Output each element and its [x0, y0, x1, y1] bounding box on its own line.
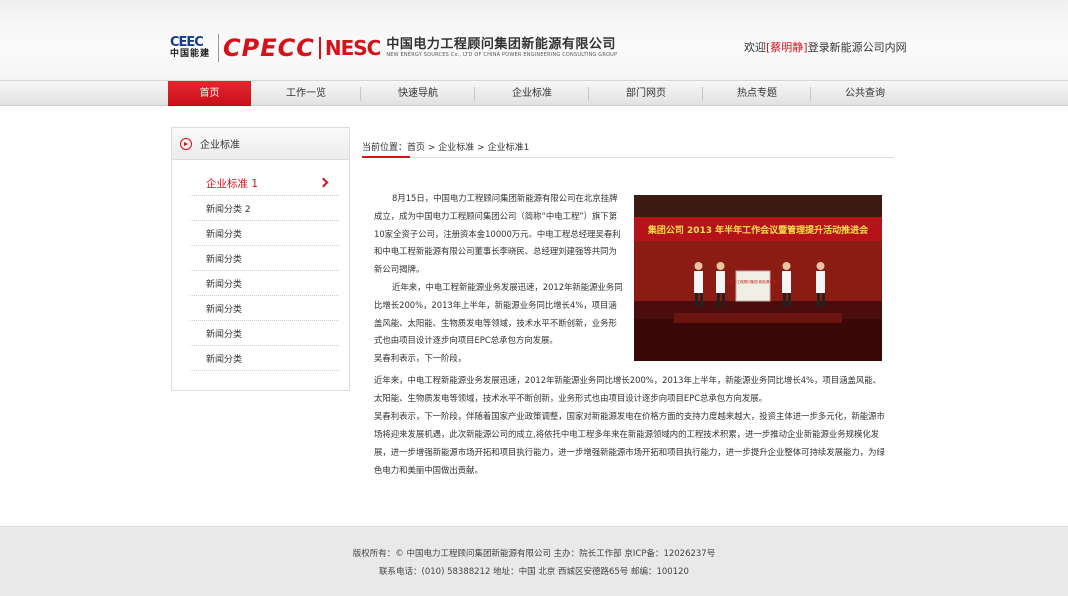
- sidebar-header: 企业标准: [172, 128, 349, 160]
- sidebar-item-label: 新闻分类: [206, 329, 243, 340]
- footer-copyright: 版权所有：© 中国电力工程顾问集团新能源有限公司 主办：院长工作部 京ICP备：…: [352, 549, 716, 559]
- nav-item-standards[interactable]: 企业标准: [475, 81, 589, 106]
- breadcrumb-home[interactable]: 首页: [407, 143, 425, 153]
- nav-item-label: 热点专题: [737, 88, 777, 99]
- username-link[interactable]: [蔡明静]: [766, 41, 808, 54]
- photo-banner-text: 集团公司 2013 年半年工作会议暨管理提升活动推进会: [647, 224, 869, 236]
- sidebar-item-news[interactable]: 新闻分类: [190, 221, 339, 246]
- nav-item-topics[interactable]: 热点专题: [703, 81, 811, 106]
- nav-item-query[interactable]: 公共查询: [811, 81, 919, 106]
- nav-item-label: 工作一览: [286, 88, 326, 99]
- sidebar-item-label: 新闻分类: [206, 254, 243, 265]
- nav-item-label: 部门网页: [626, 88, 666, 99]
- breadcrumb: 当前位置：首页 > 企业标准 > 企业标准1: [362, 140, 894, 158]
- breadcrumb-underline: [362, 156, 410, 158]
- article-paragraph: 吴春利表示，下一阶段，伴随着国家产业政策调整，国家对新能源发电在价格方面的支持力…: [374, 411, 885, 475]
- main-nav: 首页 工作一览 快速导航 企业标准 部门网页 热点专题 公共查询: [0, 80, 1068, 106]
- welcome-prefix: 欢迎: [744, 41, 766, 54]
- sidebar-item-label: 企业标准 1: [206, 177, 259, 190]
- nav-item-home[interactable]: 首页: [168, 81, 251, 106]
- sidebar: 企业标准 企业标准 1 新闻分类 2 新闻分类 新闻分类 新闻分类 新闻分类 新…: [171, 127, 350, 391]
- article-full-text: 近年来，中电工程新能源业务发展迅速，2012年新能源业务同比增长200%，201…: [374, 371, 886, 479]
- welcome-message: 欢迎[蔡明静]登录新能源公司内网: [744, 39, 907, 55]
- breadcrumb-standards[interactable]: 企业标准: [438, 143, 474, 153]
- cpecc-logo: CPECC: [223, 34, 315, 62]
- ceec-logo-cn: 中国能建: [170, 49, 211, 59]
- footer-contact: 联系电话：(010) 58388212 地址：中国 北京 西城区安德路65号 邮…: [379, 567, 689, 577]
- sidebar-item-news-2[interactable]: 新闻分类 2: [190, 196, 339, 221]
- arrow-circle-icon: [180, 137, 192, 150]
- news-photo: 集团公司 2013 年半年工作会议暨管理提升活动推进会 中国电力工程顾问集团 新…: [634, 195, 882, 361]
- page-header: CEEC 中国能建 CPECC NESC 中国电力工程顾问集团新能源有限公司 N…: [0, 0, 1068, 80]
- sidebar-title: 企业标准: [200, 140, 240, 151]
- chevron-right-icon: [318, 177, 329, 188]
- sidebar-item-news[interactable]: 新闻分类: [190, 296, 339, 321]
- sidebar-item-label: 新闻分类: [206, 229, 243, 240]
- company-name: 中国电力工程顾问集团新能源有限公司 NEW ENERGY SOURCES Co.…: [386, 37, 617, 59]
- nesc-logo: NESC: [324, 36, 381, 60]
- sidebar-item-news[interactable]: 新闻分类: [190, 271, 339, 296]
- sidebar-item-standard-1[interactable]: 企业标准 1: [190, 171, 339, 196]
- company-name-cn: 中国电力工程顾问集团新能源有限公司: [386, 37, 616, 52]
- ceec-logo: CEEC 中国能建: [170, 34, 214, 62]
- logo-divider: [218, 34, 219, 62]
- sidebar-item-news[interactable]: 新闻分类: [190, 346, 339, 371]
- page-footer: 版权所有：© 中国电力工程顾问集团新能源有限公司 主办：院长工作部 京ICP备：…: [0, 526, 1068, 596]
- nav-items: 首页 工作一览 快速导航 企业标准 部门网页 热点专题 公共查询: [168, 81, 919, 106]
- breadcrumb-sep: >: [425, 143, 439, 153]
- company-logo[interactable]: CEEC 中国能建 CPECC NESC 中国电力工程顾问集团新能源有限公司 N…: [170, 34, 617, 62]
- article-left-column: 8月15日，中国电力工程顾问集团新能源有限公司在北京挂牌成立，成为中国电力工程顾…: [374, 190, 624, 368]
- sidebar-list: 企业标准 1 新闻分类 2 新闻分类 新闻分类 新闻分类 新闻分类 新闻分类 新…: [190, 171, 339, 371]
- welcome-suffix: 登录新能源公司内网: [807, 41, 907, 54]
- sidebar-item-news[interactable]: 新闻分类: [190, 321, 339, 346]
- nav-item-label: 公共查询: [845, 88, 885, 99]
- article-paragraph: 近年来，中电工程新能源业务发展迅速，2012年新能源业务同比增长200%，201…: [374, 281, 623, 346]
- nav-item-work[interactable]: 工作一览: [251, 81, 361, 106]
- nav-item-label: 首页: [199, 88, 220, 99]
- nav-item-label: 快速导航: [398, 88, 438, 99]
- photo-board-text: 中国电力工程顾问集团 新能源有限公司: [723, 279, 784, 284]
- company-name-en: NEW ENERGY SOURCES Co., LTD OF CHINA POW…: [386, 52, 618, 58]
- nav-item-quicknav[interactable]: 快速导航: [361, 81, 475, 106]
- logo-divider-red: [318, 37, 321, 59]
- nav-item-departments[interactable]: 部门网页: [589, 81, 703, 106]
- breadcrumb-prefix: 当前位置：: [362, 143, 408, 153]
- ceec-logo-text: CEEC: [170, 35, 204, 50]
- sidebar-item-news[interactable]: 新闻分类: [190, 246, 339, 271]
- sidebar-item-label: 新闻分类: [206, 279, 243, 290]
- sidebar-item-label: 新闻分类: [206, 354, 243, 365]
- article-paragraph: 8月15日，中国电力工程顾问集团新能源有限公司在北京挂牌成立，成为中国电力工程顾…: [374, 193, 621, 275]
- article-paragraph: 吴春利表示，下一阶段，: [374, 353, 467, 364]
- sidebar-item-label: 新闻分类 2: [206, 204, 251, 215]
- article-paragraph: 近年来，中电工程新能源业务发展迅速，2012年新能源业务同比增长200%，201…: [374, 375, 881, 403]
- breadcrumb-sep: >: [474, 143, 488, 153]
- nav-item-label: 企业标准: [512, 88, 552, 99]
- meeting-photo-graphic: 集团公司 2013 年半年工作会议暨管理提升活动推进会 中国电力工程顾问集团 新…: [634, 195, 882, 361]
- breadcrumb-current[interactable]: 企业标准1: [488, 143, 530, 153]
- sidebar-item-label: 新闻分类: [206, 304, 243, 315]
